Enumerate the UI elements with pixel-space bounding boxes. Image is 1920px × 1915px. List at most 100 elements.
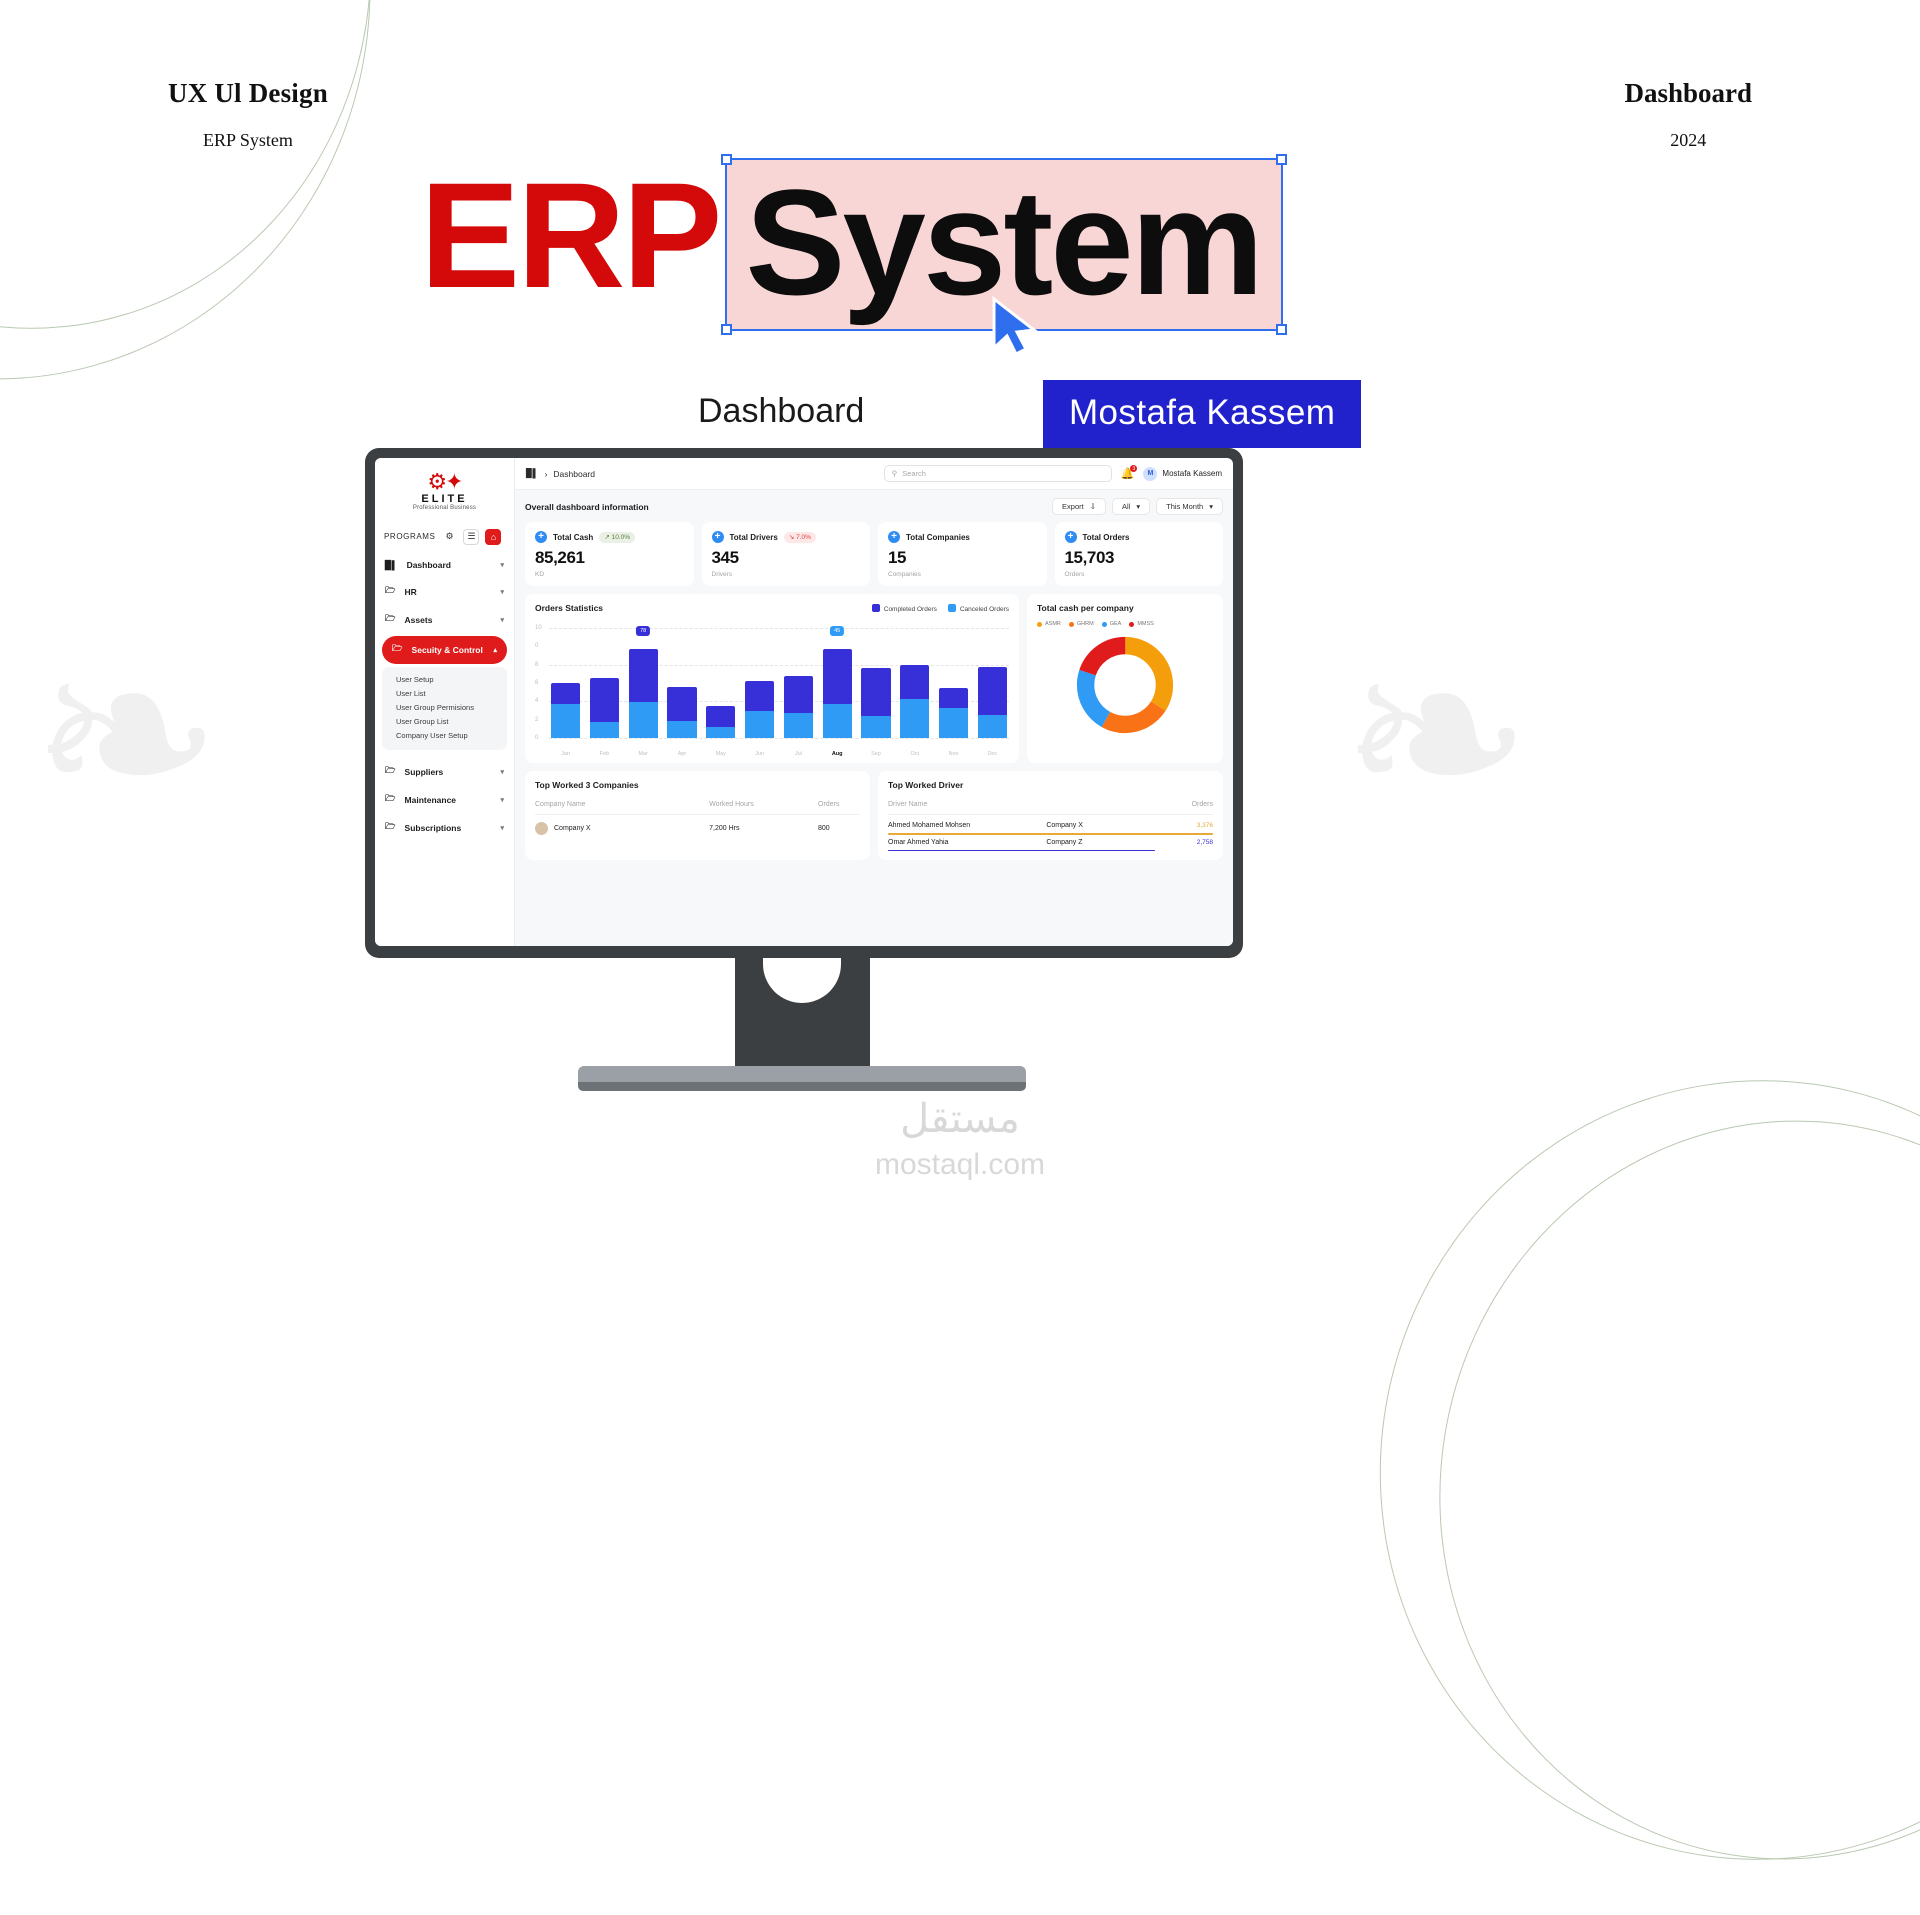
bar-column[interactable] <box>706 624 736 738</box>
bar-column[interactable] <box>938 624 969 738</box>
bar-column[interactable] <box>589 624 619 738</box>
sidebar-item-maintenance[interactable]: 🗁 Maintenance ▾ <box>375 786 514 814</box>
search-input[interactable]: ⚲ Search <box>883 465 1112 482</box>
donut-wrap <box>1037 633 1213 737</box>
bar-segment-canceled <box>706 726 736 738</box>
table-row[interactable]: Ahmed Mohamed Mohsen Company X 3,376 <box>888 815 1213 835</box>
sidebar-item-dashboard[interactable]: ▉▌ Dashboard ▾ <box>375 553 514 578</box>
export-button[interactable]: Export ⇩ <box>1052 498 1107 515</box>
donut-legend-item: GEA <box>1101 621 1121 627</box>
x-axis-tick: Sep <box>871 751 881 758</box>
selection-handle[interactable] <box>1276 154 1288 165</box>
bar-column[interactable] <box>744 624 775 738</box>
bar-chart-plot: 10 0 8 6 4 2 0 78 45 Jan Feb Mar Apr May Jun Jul Aug Sep O… <box>535 622 1009 757</box>
submenu-item-user-group-permisions[interactable]: User Group Permisions <box>396 701 507 715</box>
leaf-watermark: ❧ <box>1340 606 1533 863</box>
bar-column[interactable] <box>861 624 891 738</box>
watermark-arabic: مستقل <box>900 1097 1020 1141</box>
home-icon[interactable]: ⌂ <box>485 528 502 545</box>
gear-icon[interactable]: ⚙ <box>441 528 458 545</box>
selection-handle[interactable] <box>1276 324 1288 335</box>
bar-column[interactable] <box>900 624 930 738</box>
bar-chart-icon: ▉▌ <box>526 468 539 478</box>
poster-left-title: UX Ul Design <box>168 78 328 108</box>
table-row[interactable]: Omar Ahmed Yahia Company Z 2,758 <box>888 835 1213 851</box>
download-icon: ⇩ <box>1089 502 1097 511</box>
submenu-item-user-list[interactable]: User List <box>396 687 507 701</box>
submenu-item-user-setup[interactable]: User Setup <box>396 673 507 687</box>
bar-segment-completed <box>822 649 852 704</box>
bar-column[interactable] <box>667 624 697 738</box>
sidebar-item-assets[interactable]: 🗁 Assets ▾ <box>375 606 514 634</box>
kpi-card-total-drivers[interactable]: + Total Drivers ↘ 7.0% 345 Drivers <box>701 522 870 586</box>
legend-dot <box>1129 621 1135 627</box>
export-label: Export <box>1062 502 1084 511</box>
bar-segment-completed <box>551 683 581 704</box>
cell-driver-name: Ahmed Mohamed Mohsen <box>888 822 971 829</box>
selection-handle[interactable] <box>721 324 733 335</box>
x-axis-tick: Feb <box>599 751 610 758</box>
column-driver-orders: Orders <box>1191 801 1213 808</box>
bar-segment-completed <box>938 687 969 709</box>
submenu-item-company-user-setup[interactable]: Company User Setup <box>396 729 507 743</box>
legend-label: GHRM <box>1076 621 1094 627</box>
bar-column[interactable]: 78 <box>628 624 658 738</box>
kpi-value: 15,703 <box>1064 548 1115 567</box>
sidebar-item-suppliers[interactable]: 🗁 Suppliers ▾ <box>375 758 514 786</box>
legend-label: MMSS <box>1137 621 1154 627</box>
notifications-button[interactable]: 🔔 3 <box>1121 465 1138 480</box>
sidebar-item-label: Subscriptions <box>404 822 462 833</box>
kpi-value: 345 <box>711 548 740 567</box>
sidebar-item-security-and-control[interactable]: 🗁 Secuity & Control ▴ <box>382 635 507 664</box>
x-axis-tick: Jul <box>794 751 802 758</box>
kpi-unit: Orders <box>1064 571 1085 578</box>
kpi-unit: Companies <box>888 571 921 578</box>
brand-block: ⚙✦ ELITE Professional Business <box>375 468 514 519</box>
sidebar-item-hr[interactable]: 🗁 HR ▾ <box>375 578 514 606</box>
user-menu[interactable]: M Mostafa Kassem <box>1143 466 1222 481</box>
filter-period-select[interactable]: This Month ▾ <box>1156 498 1223 515</box>
selection-handle[interactable] <box>721 154 733 165</box>
bar-segment-canceled <box>822 703 852 738</box>
sidebar-item-label: Dashboard <box>406 560 451 571</box>
bar-segment-canceled <box>551 703 581 738</box>
kpi-card-total-cash[interactable]: + Total Cash ↗ 10.0% 85,261 KD <box>525 522 694 586</box>
bar-segment-canceled <box>938 708 969 738</box>
bar-column[interactable] <box>783 624 813 738</box>
author-name-tag: Mostafa Kassem <box>1043 380 1362 448</box>
plus-icon: + <box>888 531 900 543</box>
logo-erp-text: ERP <box>420 151 722 319</box>
legend-swatch <box>947 603 956 612</box>
status-badge: ↘ 7.0% <box>783 531 816 543</box>
table-title: Top Worked 3 Companies <box>535 780 639 790</box>
chevron-down-icon: ▾ <box>1136 502 1141 511</box>
bar-column[interactable]: 45 <box>822 624 852 738</box>
kpi-card-total-companies[interactable]: + Total Companies 15 Companies <box>878 522 1047 586</box>
search-placeholder: Search <box>902 469 926 478</box>
bar-segment-completed <box>900 665 930 700</box>
table-row[interactable]: Company X 7,200 Hrs 800 <box>535 815 860 835</box>
filter-all-select[interactable]: All ▾ <box>1112 498 1151 515</box>
sidebar-item-label: Suppliers <box>404 766 444 777</box>
bar-chart-icon: ▉▌ <box>385 559 398 570</box>
leaf-watermark: ❧ <box>30 606 223 863</box>
submenu-item-user-group-list[interactable]: User Group List <box>396 715 507 729</box>
top-driver-table: Top Worked Driver Driver Name Orders Ahm… <box>878 771 1223 860</box>
cell-driver-name: Omar Ahmed Yahia <box>888 838 949 846</box>
column-driver-name: Driver Name <box>888 801 928 808</box>
watermark-latin: mostaql.com <box>874 1148 1046 1181</box>
kpi-delta: 7.0% <box>796 534 811 541</box>
cell-driver-company: Company X <box>1046 822 1083 829</box>
cell-orders: 800 <box>818 825 830 832</box>
kpi-card-total-orders[interactable]: + Total Orders 15,703 Orders <box>1054 522 1223 586</box>
toolbar: Overall dashboard information Export ⇩ A… <box>525 498 1223 515</box>
bar-column[interactable] <box>977 624 1007 738</box>
bar-segment-completed <box>589 677 619 723</box>
sidebar-item-subscriptions[interactable]: 🗁 Subscriptions ▾ <box>375 814 514 842</box>
folder-icon: 🗁 <box>385 764 396 775</box>
bar-column[interactable] <box>551 624 581 738</box>
note-icon[interactable]: ☰ <box>463 528 480 545</box>
kpi-label: Total Drivers <box>729 532 778 542</box>
x-axis-tick: Aug <box>831 751 843 758</box>
bar-segment-canceled <box>589 722 619 738</box>
